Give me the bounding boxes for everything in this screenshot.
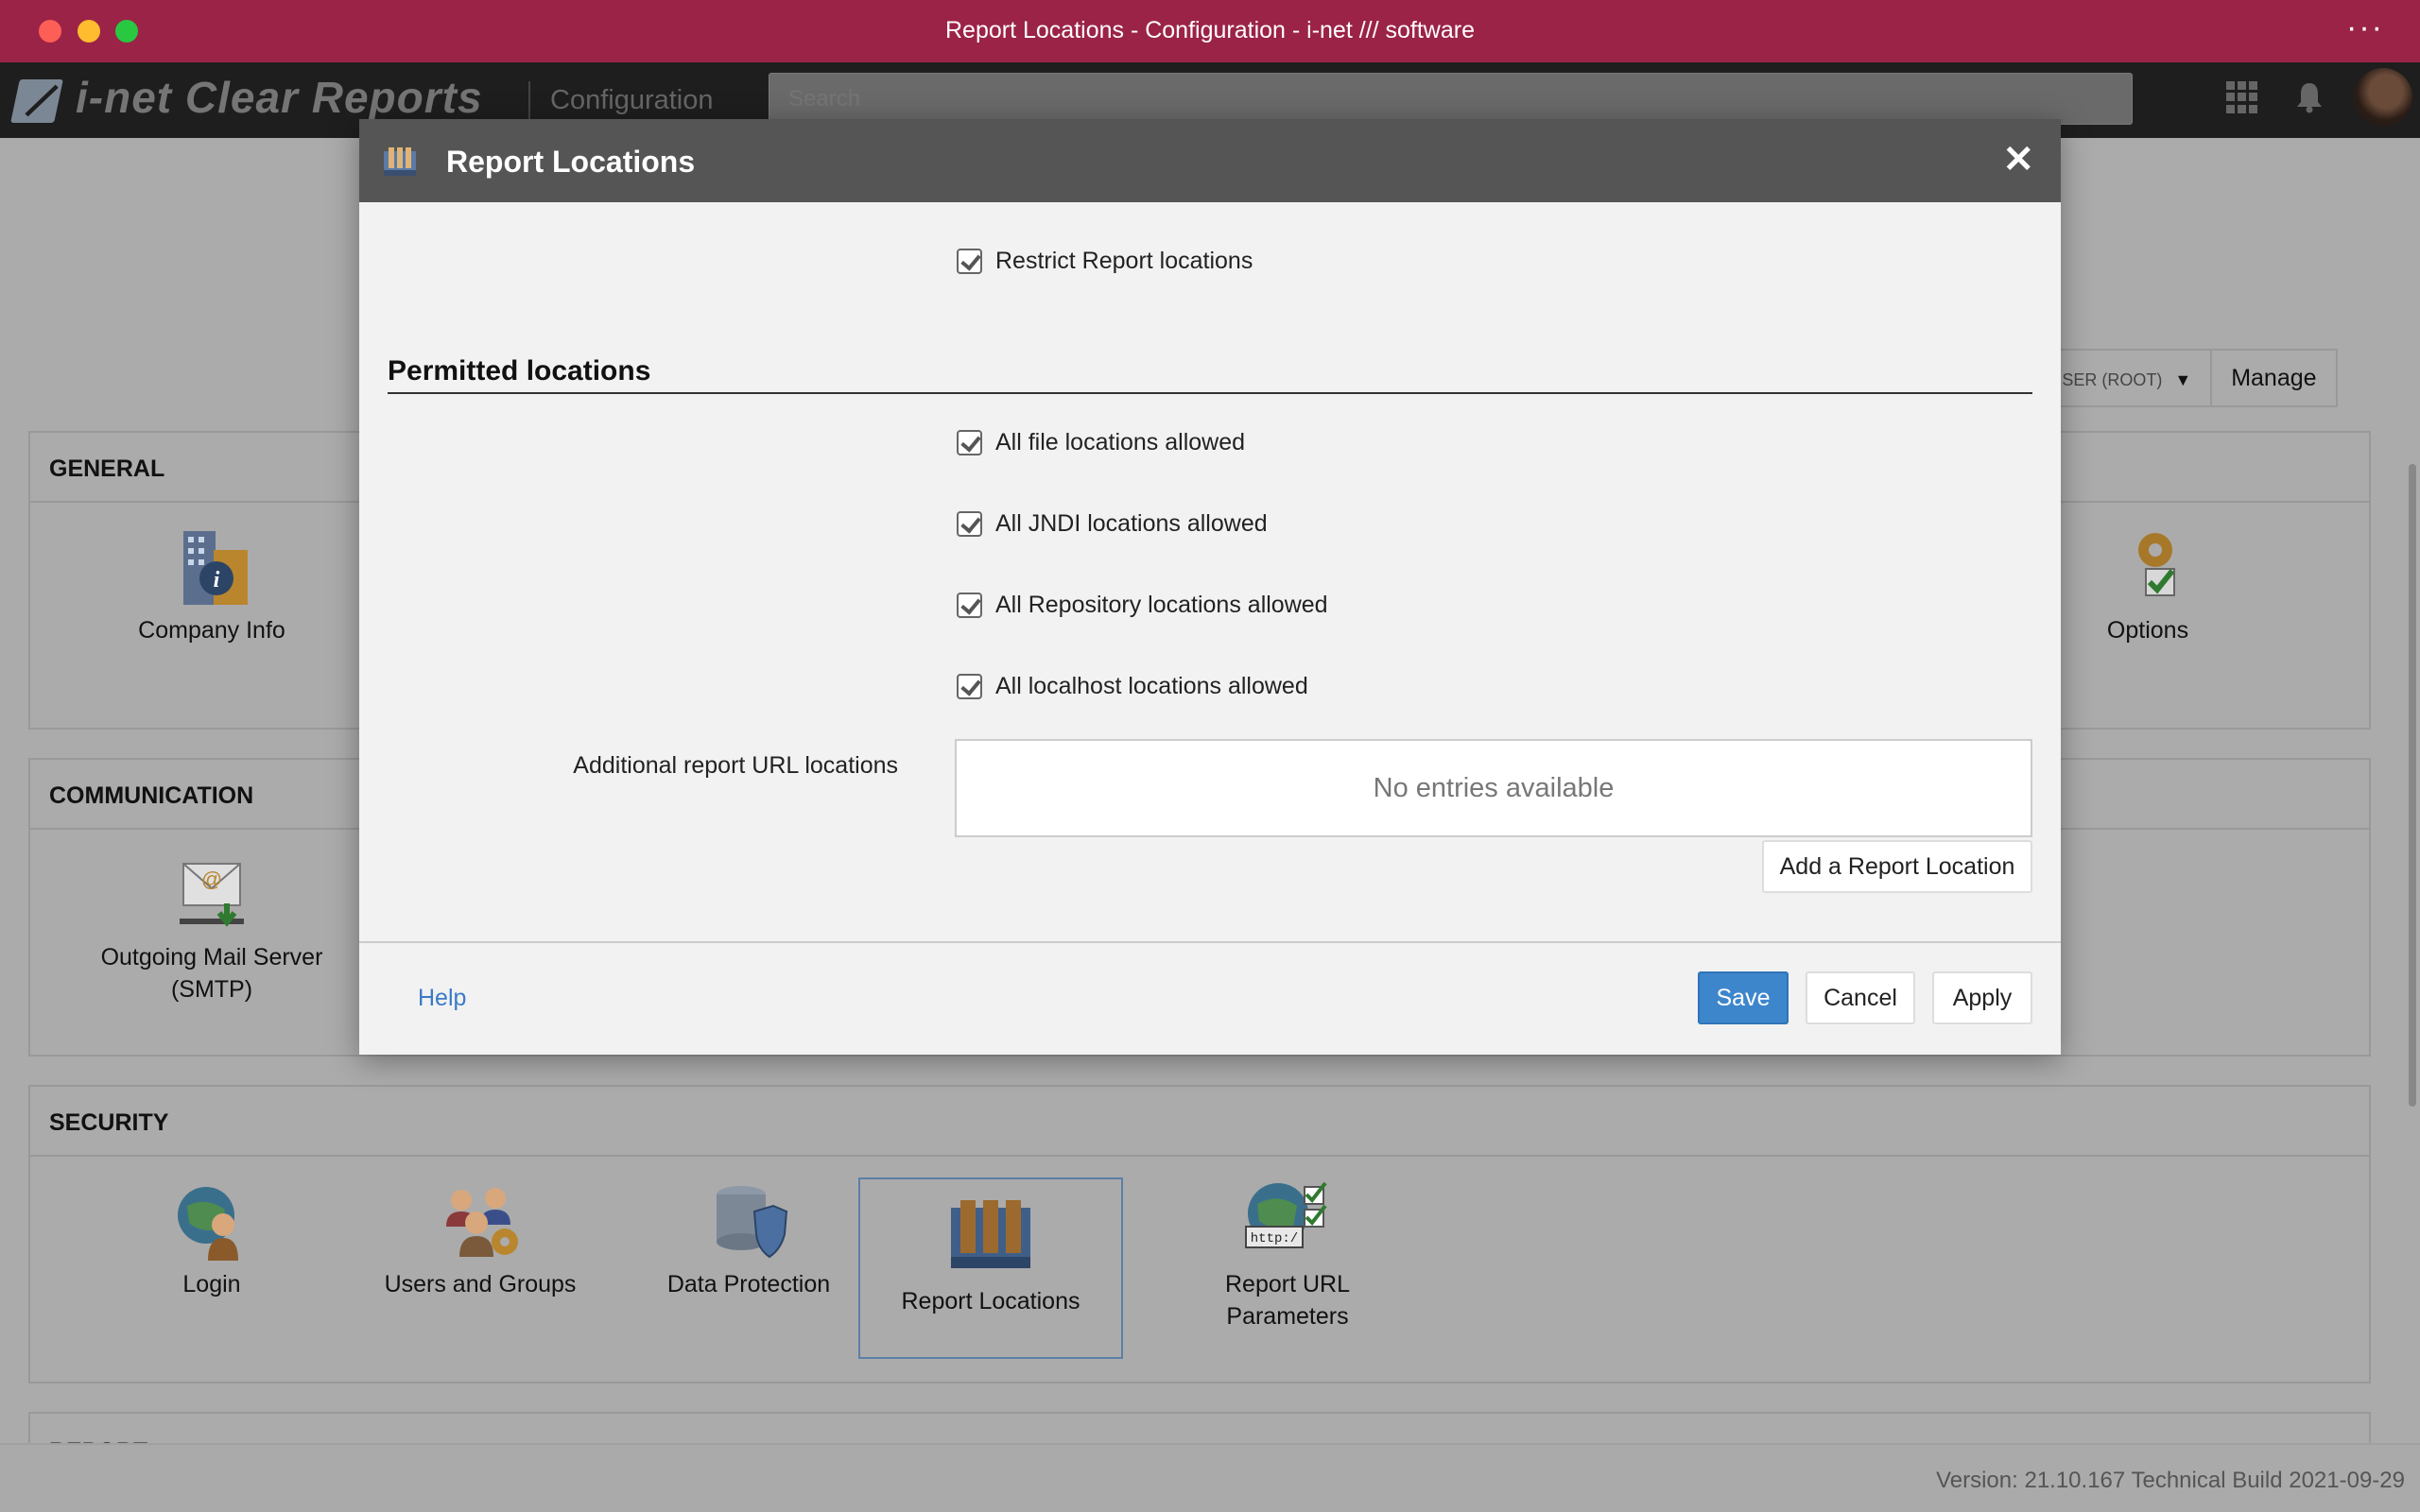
restrict-locations-checkbox[interactable]: Restrict Report locations <box>957 248 1253 275</box>
users-and-groups-icon <box>446 1188 518 1257</box>
cancel-button[interactable]: Cancel <box>1806 971 1915 1024</box>
tile-outgoing-mail-server[interactable]: @ Outgoing Mail Server (SMTP) <box>89 850 335 1005</box>
tile-report-url-parameters[interactable]: http:/ Report URL Parameters <box>1165 1177 1410 1332</box>
avatar[interactable] <box>2354 68 2412 127</box>
section-heading: Permitted locations <box>388 355 651 387</box>
close-icon[interactable]: ✕ <box>2002 138 2034 181</box>
additional-locations-label: Additional report URL locations <box>573 752 898 779</box>
section-name: Configuration <box>550 85 714 115</box>
add-report-location-button[interactable]: Add a Report Location <box>1762 840 2032 893</box>
group-security: SECURITY Login Users and Groups Data Pro… <box>28 1085 2371 1383</box>
checkbox-checked-icon[interactable] <box>957 511 982 537</box>
apps-grid-icon[interactable] <box>2226 81 2258 113</box>
report-url-parameters-icon: http:/ <box>1245 1181 1327 1248</box>
search-input[interactable] <box>769 73 2133 125</box>
manage-button[interactable]: Manage <box>2212 351 2335 405</box>
tile-report-locations[interactable]: Report Locations <box>858 1177 1123 1359</box>
login-icon <box>178 1187 238 1261</box>
checkbox-label: All localhost locations allowed <box>995 673 1308 699</box>
brand-name: i-net Clear Reports <box>76 73 483 122</box>
options-icon <box>2138 533 2175 596</box>
page-scrollbar[interactable] <box>2409 464 2416 1107</box>
report-locations-dialog: Report Locations ✕ Restrict Report locat… <box>359 119 2061 1055</box>
tile-label: Users and Groups <box>384 1271 577 1297</box>
all-localhost-locations-checkbox[interactable]: All localhost locations allowed <box>957 673 1308 700</box>
tile-label: Report Locations <box>901 1288 1080 1314</box>
tile-label: Data Protection <box>666 1271 831 1297</box>
tile-label: Company Info <box>138 617 285 644</box>
version-text: Version: 21.10.167 Technical Build 2021-… <box>1936 1468 2405 1493</box>
footer-divider <box>359 941 2061 943</box>
report-locations-icon <box>951 1200 1030 1268</box>
checkbox-checked-icon[interactable] <box>957 249 982 274</box>
locations-list: No entries available <box>955 739 2032 837</box>
svg-text:http:/: http:/ <box>1251 1231 1298 1246</box>
help-link[interactable]: Help <box>418 985 466 1012</box>
chevron-down-icon: ▼ <box>2174 370 2192 389</box>
all-jndi-locations-checkbox[interactable]: All JNDI locations allowed <box>957 510 1268 538</box>
checkbox-label: All JNDI locations allowed <box>995 510 1268 537</box>
section-divider <box>388 392 2032 394</box>
tile-data-protection[interactable]: Data Protection <box>626 1177 872 1300</box>
tile-label: Report URL Parameters <box>1225 1271 1350 1330</box>
company-info-icon: i <box>183 531 248 605</box>
tile-login[interactable]: Login <box>89 1177 335 1300</box>
empty-state-text: No entries available <box>1373 772 1615 803</box>
window-titlebar: Report Locations - Configuration - i-net… <box>0 0 2420 62</box>
mail-server-icon: @ <box>180 863 244 927</box>
checkbox-label: Restrict Report locations <box>995 248 1253 274</box>
header-divider <box>528 81 530 119</box>
tile-label: Outgoing Mail Server (SMTP) <box>100 944 323 1003</box>
svg-text:i: i <box>214 568 220 593</box>
dialog-title: Report Locations <box>446 145 696 179</box>
more-icon[interactable]: ··· <box>2346 9 2384 46</box>
checkbox-checked-icon[interactable] <box>957 674 982 699</box>
checkbox-checked-icon[interactable] <box>957 593 982 618</box>
all-repository-locations-checkbox[interactable]: All Repository locations allowed <box>957 592 1328 619</box>
status-footer: Version: 21.10.167 Technical Build 2021-… <box>0 1443 2420 1512</box>
tile-users-and-groups[interactable]: Users and Groups <box>357 1177 603 1300</box>
report-locations-icon <box>384 147 416 176</box>
bell-icon[interactable] <box>2295 81 2324 113</box>
checkbox-checked-icon[interactable] <box>957 430 982 455</box>
tile-label: Options <box>2106 617 2189 644</box>
data-protection-icon <box>717 1186 788 1259</box>
tile-company-info[interactable]: i Company Info <box>89 524 335 646</box>
svg-text:@: @ <box>201 868 222 891</box>
dialog-header: Report Locations ✕ <box>359 119 2061 202</box>
tile-label: Login <box>182 1271 241 1297</box>
checkbox-label: All Repository locations allowed <box>995 592 1328 618</box>
window-title: Report Locations - Configuration - i-net… <box>945 17 1475 43</box>
save-button[interactable]: Save <box>1698 971 1789 1024</box>
logo-icon <box>10 79 63 123</box>
tile-options[interactable]: Options <box>2025 524 2271 646</box>
group-title: SECURITY <box>30 1087 2369 1157</box>
checkbox-label: All file locations allowed <box>995 429 1246 455</box>
all-file-locations-checkbox[interactable]: All file locations allowed <box>957 429 1245 456</box>
apply-button[interactable]: Apply <box>1932 971 2032 1024</box>
